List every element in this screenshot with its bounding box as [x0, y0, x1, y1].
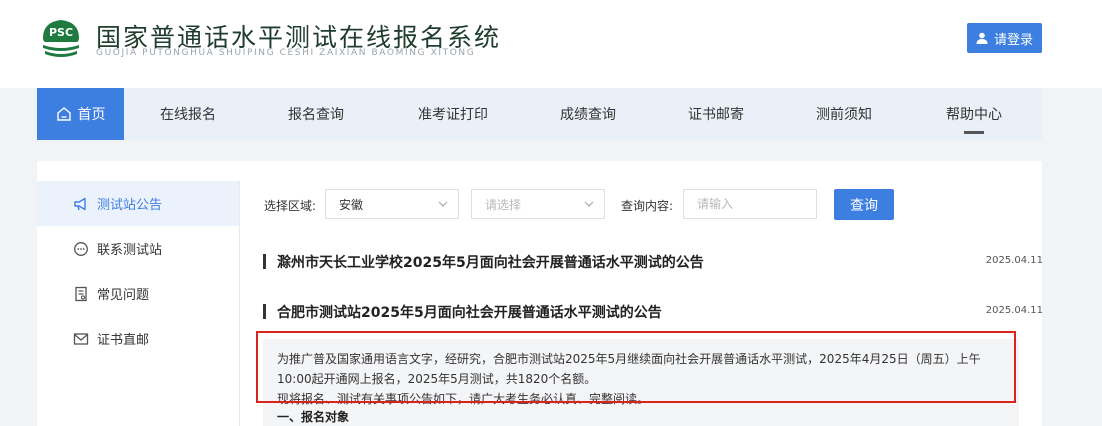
section-heading: 一、报名对象 [277, 410, 350, 424]
nav-label: 成绩查询 [560, 107, 616, 123]
sidebar-label: 常见问题 [97, 288, 150, 303]
home-icon [56, 107, 71, 121]
nav-home-label: 首页 [77, 107, 106, 123]
nav-certificate-mail[interactable]: 证书邮寄 [650, 88, 782, 140]
psc-logo[interactable]: PSC [37, 14, 85, 62]
nav-home[interactable]: 首页 [37, 88, 124, 140]
region-select[interactable]: 安徽 [325, 189, 459, 219]
site-header: PSC 国家普通话水平测试在线报名系统 GUOJIA PUTONGHUA SHU… [0, 0, 1102, 88]
nav-pretest-notes[interactable]: 测前须知 [782, 88, 906, 140]
logo-text: PSC [49, 26, 73, 39]
notice-date: 2025.04.11 [985, 255, 1043, 266]
nav-hover-indicator [964, 131, 984, 134]
sidebar: 测试站公告 联系测试站 常见问题 证书直邮 [37, 181, 239, 361]
document-icon [75, 286, 87, 301]
main-nav: 首页 在线报名 报名查询 准考证打印 成绩查询 证书邮寄 测前须知 帮助中心 [37, 88, 1042, 140]
nav-admission-print[interactable]: 准考证打印 [380, 88, 526, 140]
sidebar-label: 测试站公告 [97, 198, 163, 213]
login-button[interactable]: 请登录 [967, 23, 1042, 53]
sidebar-item-cert-mail[interactable]: 证书直邮 [37, 316, 239, 361]
notice-date: 2025.04.11 [985, 305, 1043, 316]
notice-paragraph-1: 为推广普及国家通用语言文字，经研究，合肥市测试站2025年5月继续面向社会开展普… [277, 352, 981, 386]
chevron-down-icon [438, 201, 448, 207]
query-button[interactable]: 查询 [834, 189, 894, 220]
notice-bullet-bar [263, 304, 266, 319]
region-label: 选择区域: [264, 199, 317, 213]
mail-icon [73, 332, 89, 345]
site-subtitle: GUOJIA PUTONGHUA SHUIPING CESHI ZAIXIAN … [96, 48, 476, 58]
notice-title[interactable]: 合肥市测试站2025年5月面向社会开展普通话水平测试的公告 [277, 302, 662, 322]
city-select-placeholder: 请选择 [485, 197, 522, 212]
notice-paragraph-2: 现将报名、测试有关事项公告如下，请广大考生务必认真、完整阅读。 [277, 392, 650, 406]
notice-item[interactable]: 合肥市测试站2025年5月面向社会开展普通话水平测试的公告 2025.04.11 [263, 302, 1043, 322]
sidebar-item-faq[interactable]: 常见问题 [37, 271, 239, 316]
city-select[interactable]: 请选择 [471, 189, 605, 219]
chat-bubble-icon [74, 241, 88, 256]
main-content: 测试站公告 联系测试站 常见问题 证书直邮 选择区域: 安徽 请选择 查询内容:… [37, 161, 1043, 426]
chevron-down-icon [584, 201, 594, 207]
nav-label: 证书邮寄 [688, 107, 744, 123]
notice-body: 为推广普及国家通用语言文字，经研究，合肥市测试站2025年5月继续面向社会开展普… [263, 339, 1019, 426]
user-icon [976, 32, 988, 44]
nav-signup-query[interactable]: 报名查询 [252, 88, 380, 140]
sidebar-label: 联系测试站 [97, 243, 163, 258]
notice-title[interactable]: 滁州市天长工业学校2025年5月面向社会开展普通话水平测试的公告 [277, 252, 704, 272]
region-select-value: 安徽 [339, 197, 364, 212]
nav-help-center[interactable]: 帮助中心 [906, 88, 1042, 140]
nav-label: 测前须知 [816, 107, 872, 123]
nav-label: 报名查询 [288, 107, 344, 123]
sidebar-divider [239, 181, 240, 426]
content-search-input[interactable] [683, 189, 817, 219]
nav-label: 帮助中心 [946, 107, 1002, 123]
notice-bullet-bar [263, 254, 266, 269]
notice-item[interactable]: 滁州市天长工业学校2025年5月面向社会开展普通话水平测试的公告 2025.04… [263, 252, 1043, 272]
nav-online-signup[interactable]: 在线报名 [124, 88, 252, 140]
nav-label: 在线报名 [160, 107, 216, 123]
sidebar-item-announcements[interactable]: 测试站公告 [37, 181, 239, 226]
nav-score-query[interactable]: 成绩查询 [526, 88, 650, 140]
nav-label: 准考证打印 [418, 107, 488, 123]
sidebar-item-contact[interactable]: 联系测试站 [37, 226, 239, 271]
megaphone-icon [74, 197, 86, 210]
sidebar-label: 证书直邮 [97, 333, 150, 348]
login-label: 请登录 [993, 32, 1033, 48]
content-label: 查询内容: [621, 199, 674, 213]
